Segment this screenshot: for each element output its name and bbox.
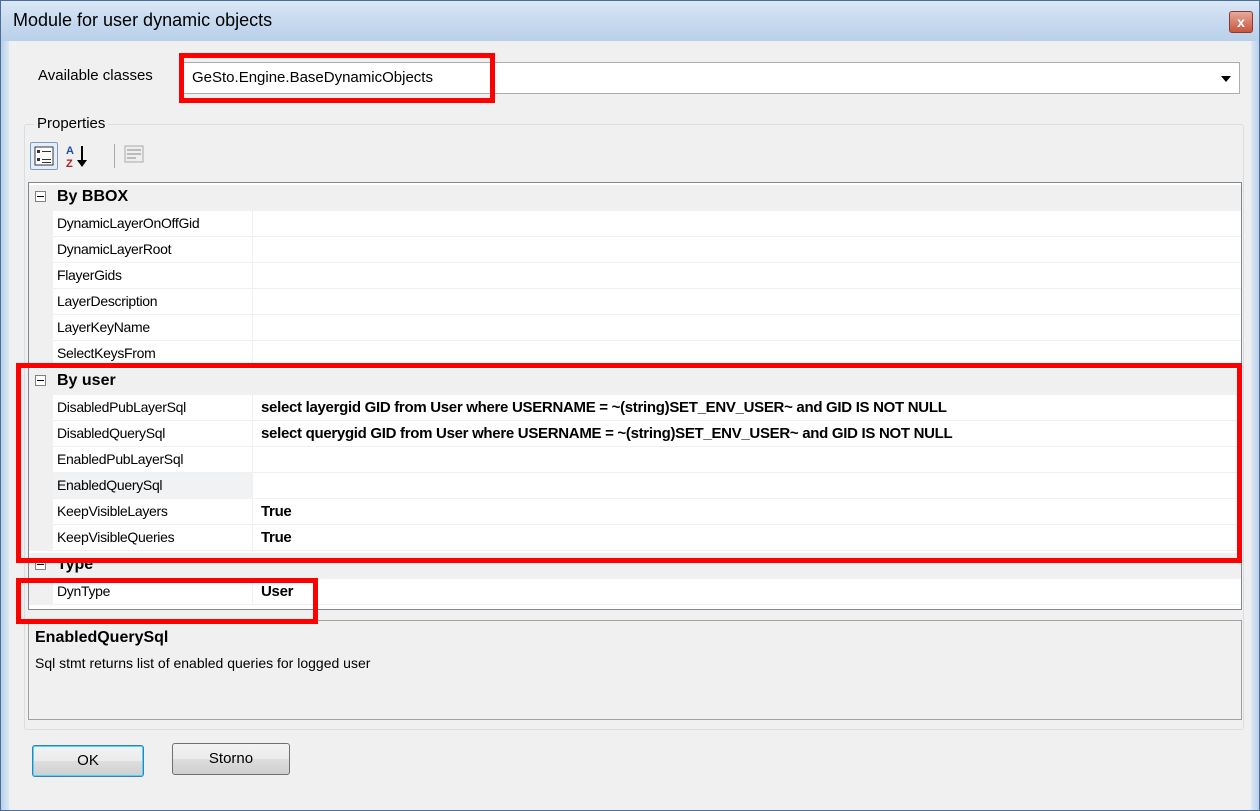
available-classes-label: Available classes bbox=[38, 67, 153, 84]
property-row[interactable]: DynamicLayerRoot bbox=[29, 237, 1241, 263]
category-name: By BBOX bbox=[57, 188, 129, 205]
property-row[interactable]: DisabledPubLayerSql select layergid GID f… bbox=[29, 395, 1241, 421]
available-classes-value: GeSto.Engine.BaseDynamicObjects bbox=[192, 69, 433, 86]
property-row[interactable]: LayerDescription bbox=[29, 289, 1241, 315]
close-button[interactable]: x bbox=[1229, 11, 1253, 33]
category-by-user[interactable]: By user bbox=[29, 369, 1241, 395]
property-pages-button[interactable] bbox=[122, 142, 150, 170]
svg-text:A: A bbox=[66, 145, 74, 157]
collapse-icon[interactable] bbox=[35, 191, 46, 202]
property-pages-icon bbox=[124, 145, 144, 163]
property-name: KeepVisibleLayers bbox=[57, 503, 168, 519]
property-row[interactable]: KeepVisibleLayers True bbox=[29, 499, 1241, 525]
sort-az-icon: A Z bbox=[66, 145, 87, 170]
property-row[interactable]: DynType User bbox=[29, 579, 1241, 605]
property-row[interactable]: DisabledQuerySql select querygid GID from… bbox=[29, 421, 1241, 447]
ok-button[interactable]: OK bbox=[32, 745, 144, 777]
chevron-down-icon[interactable] bbox=[1221, 76, 1231, 82]
property-grid-toolbar: A Z bbox=[26, 142, 326, 176]
property-name: DynamicLayerOnOffGid bbox=[57, 215, 200, 231]
property-name: LayerDescription bbox=[57, 293, 158, 309]
property-grid[interactable]: By BBOX DynamicLayerOnOffGid DynamicLaye… bbox=[28, 182, 1242, 610]
property-name: EnabledQuerySql bbox=[57, 477, 163, 493]
alphabetical-button[interactable]: A Z bbox=[64, 142, 92, 170]
property-value[interactable]: True bbox=[261, 529, 292, 546]
svg-text:Z: Z bbox=[66, 158, 73, 170]
window-right-border bbox=[1251, 41, 1259, 810]
property-name: FlayerGids bbox=[57, 267, 122, 283]
title-bar[interactable]: Module for user dynamic objects x bbox=[1, 1, 1259, 41]
toolbar-separator bbox=[114, 144, 115, 168]
property-name: KeepVisibleQueries bbox=[57, 529, 175, 545]
property-value[interactable]: select layergid GID from User where USER… bbox=[261, 399, 947, 416]
collapse-icon[interactable] bbox=[35, 559, 46, 570]
close-icon: x bbox=[1237, 14, 1245, 30]
property-row[interactable]: KeepVisibleQueries True bbox=[29, 525, 1241, 551]
categorized-button[interactable] bbox=[30, 142, 58, 170]
description-title: EnabledQuerySql bbox=[35, 629, 169, 646]
property-name: EnabledPubLayerSql bbox=[57, 451, 184, 467]
window-title: Module for user dynamic objects bbox=[13, 10, 273, 30]
property-value[interactable]: select querygid GID from User where USER… bbox=[261, 425, 953, 442]
property-name: SelectKeysFrom bbox=[57, 345, 156, 361]
category-by-bbox[interactable]: By BBOX bbox=[29, 185, 1241, 211]
property-name: DisabledPubLayerSql bbox=[57, 399, 186, 415]
property-value[interactable]: User bbox=[261, 583, 293, 600]
properties-group-label: Properties bbox=[34, 115, 109, 132]
property-row[interactable]: FlayerGids bbox=[29, 263, 1241, 289]
property-value[interactable]: True bbox=[261, 503, 292, 520]
property-name: DisabledQuerySql bbox=[57, 425, 166, 441]
property-row-selected[interactable]: EnabledQuerySql bbox=[29, 473, 1241, 499]
property-row[interactable]: EnabledPubLayerSql bbox=[29, 447, 1241, 473]
category-name: By user bbox=[57, 372, 116, 389]
cancel-button[interactable]: Storno bbox=[172, 743, 290, 775]
category-type[interactable]: Type bbox=[29, 553, 1241, 579]
category-name: Type bbox=[57, 556, 94, 573]
property-name: LayerKeyName bbox=[57, 319, 150, 335]
categorized-icon bbox=[34, 146, 54, 166]
available-classes-combo[interactable]: GeSto.Engine.BaseDynamicObjects bbox=[183, 62, 1240, 94]
property-row[interactable]: LayerKeyName bbox=[29, 315, 1241, 341]
window-left-border bbox=[1, 41, 9, 810]
description-text: Sql stmt returns list of enabled queries… bbox=[35, 655, 371, 671]
property-row[interactable]: DynamicLayerOnOffGid bbox=[29, 211, 1241, 237]
property-row[interactable]: SelectKeysFrom bbox=[29, 341, 1241, 367]
property-name: DynamicLayerRoot bbox=[57, 241, 172, 257]
property-name: DynType bbox=[57, 583, 111, 599]
description-panel: EnabledQuerySql Sql stmt returns list of… bbox=[28, 620, 1242, 720]
collapse-icon[interactable] bbox=[35, 375, 46, 386]
